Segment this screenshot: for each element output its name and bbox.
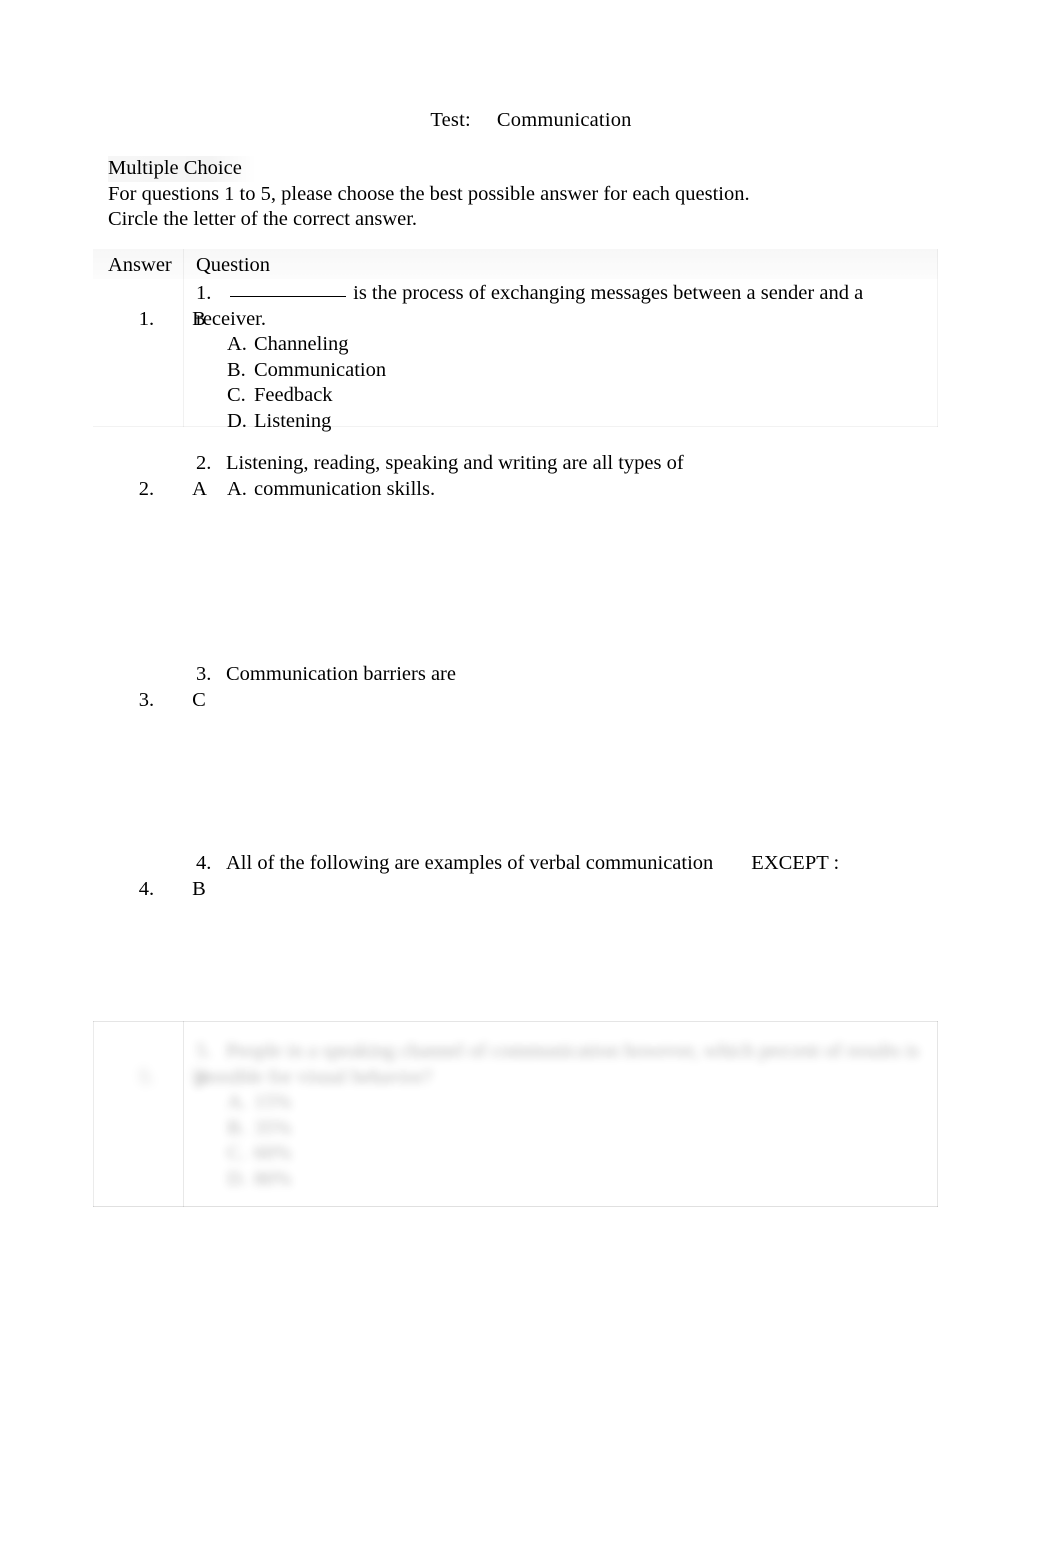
- question-text-line: 2. Listening, reading, speaking and writi…: [196, 451, 936, 477]
- answer-number: 5.: [138, 1065, 155, 1088]
- intro-line-1: For questions 1 to 5, please choose the …: [108, 182, 750, 205]
- list-item: D. Listening: [196, 409, 936, 435]
- document-page: Test: Communication Multiple Choice For …: [0, 0, 1062, 1561]
- option-list: A. communication skills.: [196, 477, 936, 503]
- option-text: communication skills.: [254, 477, 436, 500]
- column-header-question: Question: [196, 254, 271, 276]
- list-item: A. 15%: [196, 1090, 936, 1116]
- option-letter: A.: [227, 333, 247, 355]
- table-bottom-border: [93, 1206, 938, 1207]
- table-row: 2. A: [108, 451, 207, 528]
- table-row: 5. D: [108, 1039, 207, 1116]
- option-text: Communication: [254, 358, 387, 381]
- question-number: 5.: [196, 1040, 212, 1062]
- question-table: Answer Question 1. B 1. is the process of…: [93, 249, 938, 1207]
- option-text: 15%: [254, 1091, 292, 1113]
- intro-block: Multiple Choice For questions 1 to 5, pl…: [108, 156, 958, 233]
- intro-line-2: Circle the letter of the correct answer.: [108, 208, 418, 230]
- option-text: 80%: [254, 1167, 292, 1190]
- option-list: A. Channeling B. Communication C. Feedback …: [196, 332, 936, 434]
- question-text: People in a speaking channel of communic…: [196, 1040, 920, 1088]
- option-text: Listening: [254, 409, 332, 432]
- table-left-border: [93, 1021, 94, 1207]
- question-text-line: 4. All of the following are examples of v…: [196, 851, 936, 877]
- question-number: 4.: [196, 852, 212, 874]
- table-row: 4. B: [108, 851, 206, 928]
- column-header-answer: Answer: [108, 254, 172, 276]
- table-row: 1. B: [108, 281, 206, 358]
- question-cell: 3. Communication barriers are: [196, 662, 936, 688]
- option-letter: B.: [227, 1116, 246, 1139]
- question-cell: 5. People in a speaking channel of commun…: [196, 1039, 936, 1192]
- answer-letter: C: [192, 688, 206, 711]
- table-right-border-lower: [937, 1021, 938, 1207]
- question-text-line: 3. Communication barriers are: [196, 662, 936, 688]
- question-cell: 4. All of the following are examples of v…: [196, 851, 936, 877]
- answer-number: 1.: [138, 307, 155, 330]
- option-letter: C.: [227, 384, 246, 406]
- list-item: A. communication skills.: [196, 477, 936, 503]
- option-list: A. 15% B. 35% C. 60% D. 80%: [196, 1090, 936, 1192]
- answer-number: 2.: [138, 477, 155, 500]
- table-row: 3. C: [108, 662, 206, 739]
- question-text-trailing: EXCEPT :: [751, 852, 840, 874]
- fill-in-blank: [230, 296, 346, 297]
- option-letter: B.: [227, 358, 246, 381]
- option-letter: A.: [227, 1091, 247, 1113]
- question-text: All of the following are examples of ver…: [226, 852, 714, 874]
- question-text: Communication barriers are: [226, 663, 456, 685]
- answer-letter: B: [192, 877, 206, 900]
- list-item: C. 60%: [196, 1141, 936, 1167]
- question-text: is the process of exchanging messages be…: [196, 282, 864, 330]
- page-title: Test: Communication: [430, 109, 632, 131]
- question-text-line: 1. is the process of exchanging messages…: [196, 281, 936, 332]
- option-text: 60%: [254, 1142, 292, 1164]
- list-item: B. Communication: [196, 358, 936, 384]
- option-letter: D.: [227, 1167, 247, 1190]
- answer-number: 4.: [138, 877, 155, 900]
- answer-number: 3.: [138, 688, 155, 711]
- question-number: 3.: [196, 663, 212, 685]
- option-text: 35%: [254, 1116, 292, 1139]
- option-letter: A.: [227, 477, 247, 500]
- question-cell: 1. is the process of exchanging messages…: [196, 281, 936, 434]
- option-text: Channeling: [254, 333, 349, 355]
- option-text: Feedback: [254, 384, 333, 406]
- question-cell: 2. Listening, reading, speaking and writi…: [196, 451, 936, 502]
- question-number: 1.: [196, 282, 212, 304]
- question-number: 2.: [196, 452, 212, 474]
- option-letter: C.: [227, 1142, 246, 1164]
- question-text-line: 5. People in a speaking channel of commun…: [196, 1039, 936, 1090]
- list-item: C. Feedback: [196, 383, 936, 409]
- question-text: Listening, reading, speaking and writing…: [226, 452, 684, 474]
- option-letter: D.: [227, 409, 247, 432]
- list-item: D. 80%: [196, 1167, 936, 1193]
- list-item: A. Channeling: [196, 332, 936, 358]
- table-last-block-top-border: [93, 1021, 938, 1022]
- intro-heading: Multiple Choice: [108, 156, 256, 182]
- list-item: B. 35%: [196, 1116, 936, 1142]
- table-right-border: [937, 249, 938, 427]
